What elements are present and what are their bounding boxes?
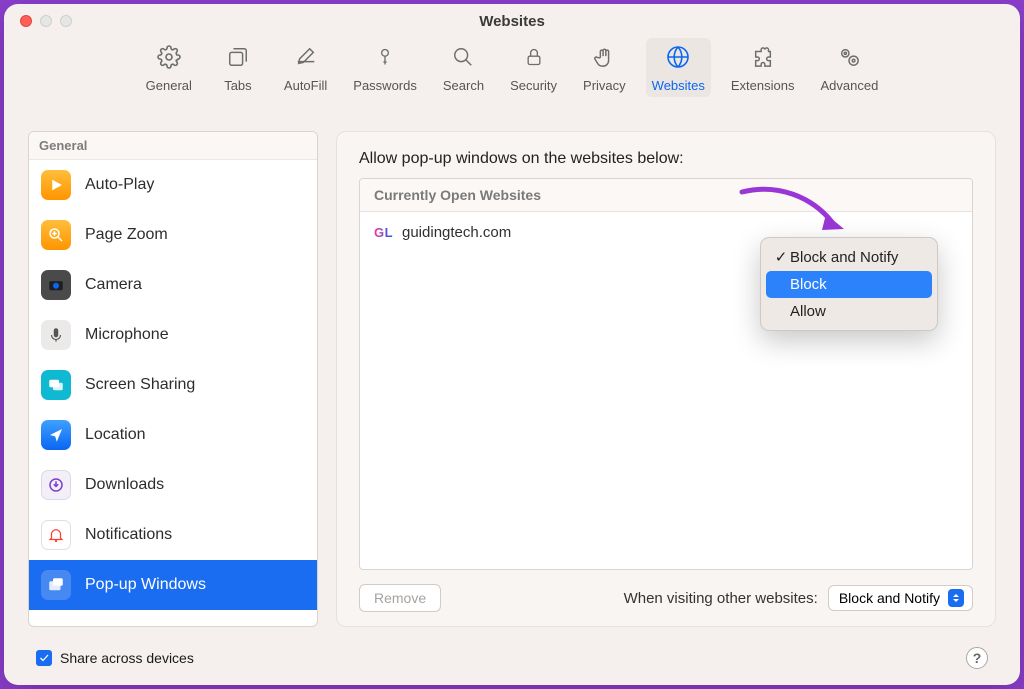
sidebar-item-screensharing[interactable]: Screen Sharing bbox=[29, 360, 317, 410]
sidebar-item-label: Page Zoom bbox=[85, 226, 168, 244]
menu-item-block[interactable]: Block bbox=[766, 271, 932, 298]
toolbar-item-autofill[interactable]: AutoFill bbox=[284, 42, 327, 97]
content-pane: General Auto-Play Page Zoom Camera Micro… bbox=[4, 111, 1020, 635]
microphone-icon bbox=[41, 320, 71, 350]
sidebar-item-label: Camera bbox=[85, 276, 142, 294]
window-bottom-bar: Share across devices ? bbox=[4, 635, 1020, 685]
settings-sidebar: General Auto-Play Page Zoom Camera Micro… bbox=[28, 131, 318, 627]
site-favicon: GL bbox=[374, 226, 392, 240]
sites-list-header: Currently Open Websites bbox=[360, 179, 972, 212]
window-controls bbox=[4, 15, 72, 27]
help-button[interactable]: ? bbox=[966, 647, 988, 669]
menu-item-label: Block and Notify bbox=[790, 249, 898, 266]
toolbar-item-websites[interactable]: Websites bbox=[646, 38, 711, 97]
toolbar-label: Advanced bbox=[820, 78, 878, 93]
puzzle-icon bbox=[743, 42, 783, 72]
sidebar-item-pagezoom[interactable]: Page Zoom bbox=[29, 210, 317, 260]
sidebar-section-header: General bbox=[29, 132, 317, 160]
sidebar-item-label: Screen Sharing bbox=[85, 376, 195, 394]
tabs-icon bbox=[218, 42, 258, 72]
toolbar-label: Extensions bbox=[731, 78, 795, 93]
toolbar-item-tabs[interactable]: Tabs bbox=[218, 42, 258, 97]
toolbar-item-privacy[interactable]: Privacy bbox=[583, 42, 626, 97]
window-title: Websites bbox=[4, 13, 1020, 30]
toolbar-label: Tabs bbox=[224, 78, 251, 93]
sidebar-item-popupwindows[interactable]: Pop-up Windows bbox=[29, 560, 317, 610]
share-across-devices-checkbox[interactable] bbox=[36, 650, 52, 666]
key-icon bbox=[365, 42, 405, 72]
location-arrow-icon bbox=[41, 420, 71, 450]
screens-icon bbox=[41, 370, 71, 400]
sidebar-item-autoplay[interactable]: Auto-Play bbox=[29, 160, 317, 210]
lock-icon bbox=[514, 42, 554, 72]
sidebar-item-label: Notifications bbox=[85, 526, 172, 544]
titlebar[interactable]: Websites bbox=[4, 4, 1020, 38]
other-websites-label: When visiting other websites: bbox=[624, 590, 818, 607]
pencil-icon bbox=[286, 42, 326, 72]
globe-icon bbox=[658, 42, 698, 72]
dropdown-value: Block and Notify bbox=[839, 590, 940, 606]
camera-icon bbox=[41, 270, 71, 300]
preferences-toolbar: General Tabs AutoFill Passwords Search S… bbox=[4, 38, 1020, 111]
minimize-window-button[interactable] bbox=[40, 15, 52, 27]
toolbar-item-general[interactable]: General bbox=[146, 42, 192, 97]
toolbar-label: Search bbox=[443, 78, 484, 93]
gears-icon bbox=[829, 42, 869, 72]
menu-item-allow[interactable]: Allow bbox=[766, 298, 932, 325]
sidebar-item-label: Auto-Play bbox=[85, 176, 154, 194]
close-window-button[interactable] bbox=[20, 15, 32, 27]
toolbar-label: Security bbox=[510, 78, 557, 93]
sidebar-item-location[interactable]: Location bbox=[29, 410, 317, 460]
main-title: Allow pop-up windows on the websites bel… bbox=[359, 150, 973, 168]
sidebar-item-label: Downloads bbox=[85, 476, 164, 494]
download-icon bbox=[41, 470, 71, 500]
menu-item-label: Allow bbox=[790, 303, 826, 320]
sidebar-list[interactable]: Auto-Play Page Zoom Camera Microphone Sc… bbox=[29, 160, 317, 626]
toolbar-item-passwords[interactable]: Passwords bbox=[353, 42, 417, 97]
sidebar-item-label: Location bbox=[85, 426, 146, 444]
chevron-up-down-icon bbox=[948, 589, 964, 607]
gear-icon bbox=[149, 42, 189, 72]
toolbar-label: Privacy bbox=[583, 78, 626, 93]
check-icon: ✓ bbox=[772, 248, 790, 266]
toolbar-label: General bbox=[146, 78, 192, 93]
remove-button[interactable]: Remove bbox=[359, 584, 441, 612]
sites-listbox: Currently Open Websites GL guidingtech.c… bbox=[359, 178, 973, 570]
sidebar-item-downloads[interactable]: Downloads bbox=[29, 460, 317, 510]
menu-item-label: Block bbox=[790, 276, 827, 293]
zoom-icon bbox=[41, 220, 71, 250]
sidebar-item-label: Pop-up Windows bbox=[85, 576, 206, 594]
sidebar-item-camera[interactable]: Camera bbox=[29, 260, 317, 310]
bell-icon bbox=[41, 520, 71, 550]
popup-window-icon bbox=[41, 570, 71, 600]
site-domain: guidingtech.com bbox=[402, 224, 511, 241]
main-panel: Allow pop-up windows on the websites bel… bbox=[336, 131, 996, 627]
other-websites-dropdown[interactable]: Block and Notify bbox=[828, 585, 973, 611]
main-footer: Remove When visiting other websites: Blo… bbox=[359, 570, 973, 612]
share-across-devices-label: Share across devices bbox=[60, 650, 194, 666]
sidebar-item-label: Microphone bbox=[85, 326, 169, 344]
toolbar-item-extensions[interactable]: Extensions bbox=[731, 42, 795, 97]
sidebar-item-notifications[interactable]: Notifications bbox=[29, 510, 317, 560]
play-icon bbox=[41, 170, 71, 200]
popup-policy-menu[interactable]: ✓ Block and Notify Block Allow bbox=[760, 237, 938, 331]
toolbar-label: Passwords bbox=[353, 78, 417, 93]
toolbar-item-advanced[interactable]: Advanced bbox=[820, 42, 878, 97]
hand-icon bbox=[584, 42, 624, 72]
toolbar-label: AutoFill bbox=[284, 78, 327, 93]
sidebar-item-microphone[interactable]: Microphone bbox=[29, 310, 317, 360]
search-icon bbox=[443, 42, 483, 72]
toolbar-label: Websites bbox=[652, 78, 705, 93]
maximize-window-button[interactable] bbox=[60, 15, 72, 27]
menu-item-block-and-notify[interactable]: ✓ Block and Notify bbox=[766, 243, 932, 271]
toolbar-item-search[interactable]: Search bbox=[443, 42, 484, 97]
websites-preferences-window: Websites General Tabs AutoFill Passwords… bbox=[4, 4, 1020, 685]
toolbar-item-security[interactable]: Security bbox=[510, 42, 557, 97]
